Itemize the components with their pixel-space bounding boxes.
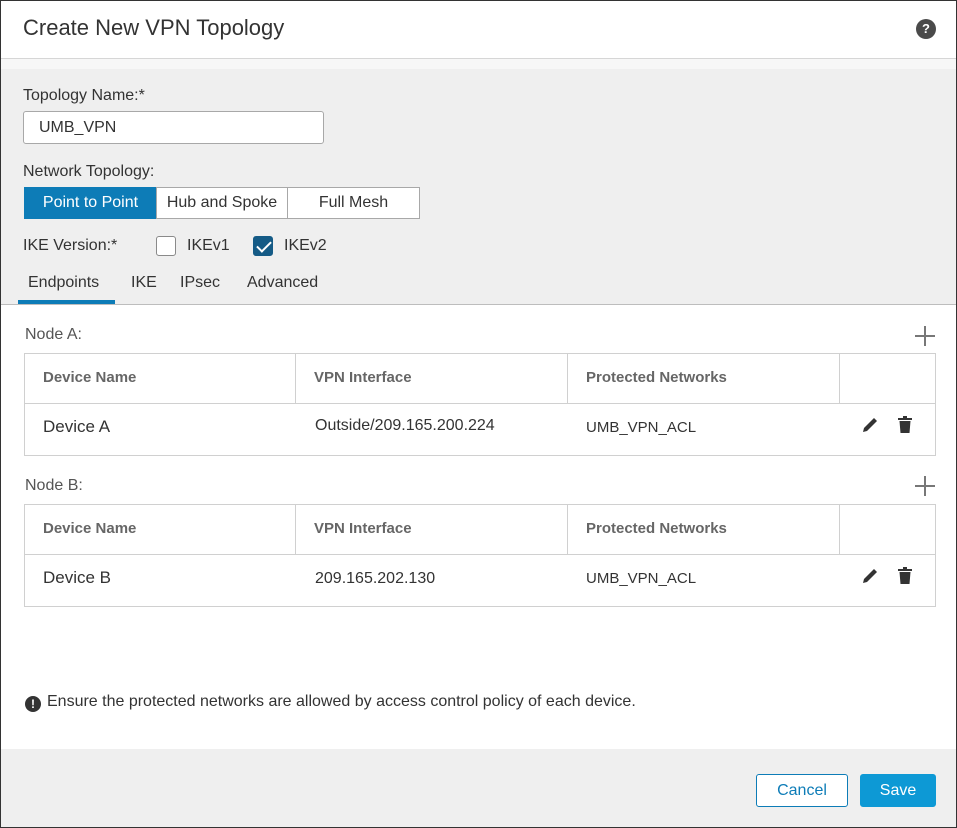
note-text: Ensure the protected networks are allowe…: [47, 693, 636, 710]
active-tab-indicator: [18, 300, 115, 304]
column-header-protected-networks: Protected Networks: [568, 505, 840, 555]
edit-pencil-icon[interactable]: [861, 567, 879, 585]
tab-endpoints[interactable]: Endpoints: [28, 274, 99, 292]
ike-version-label: IKE Version:*: [23, 237, 118, 254]
dialog-header: Create New VPN Topology ?: [1, 1, 956, 59]
node-b-device-name: Device B: [43, 568, 112, 587]
node-b-vpn-interface: 209.165.202.130: [315, 570, 436, 587]
delete-trash-icon[interactable]: [897, 567, 913, 585]
column-header-device-name: Device Name: [25, 354, 296, 404]
add-node-a-plus-icon[interactable]: [915, 326, 935, 346]
protected-networks-note: ! Ensure the protected networks are allow…: [25, 693, 636, 712]
node-b-row-actions: [861, 567, 913, 585]
node-a-label: Node A:: [25, 326, 82, 343]
header-divider: [1, 59, 956, 69]
topology-name-input[interactable]: [23, 111, 324, 144]
delete-trash-icon[interactable]: [897, 416, 913, 434]
topology-name-label: Topology Name:*: [23, 87, 145, 104]
cancel-button[interactable]: Cancel: [756, 774, 848, 807]
edit-pencil-icon[interactable]: [861, 416, 879, 434]
topology-point-to-point-button[interactable]: Point to Point: [24, 187, 157, 219]
column-header-actions: [840, 354, 935, 404]
create-vpn-topology-dialog: Create New VPN Topology ? Topology Name:…: [0, 0, 957, 828]
column-header-vpn-interface: VPN Interface: [296, 505, 568, 555]
dialog-title: Create New VPN Topology: [23, 15, 285, 40]
column-header-protected-networks: Protected Networks: [568, 354, 840, 404]
node-b-protected-networks: UMB_VPN_ACL: [586, 570, 697, 587]
ikev1-label: IKEv1: [187, 237, 230, 254]
node-a-device-name: Device A: [43, 417, 111, 436]
column-header-device-name: Device Name: [25, 505, 296, 555]
node-b-table: Device Name VPN Interface Protected Netw…: [24, 504, 936, 607]
topology-hub-and-spoke-button[interactable]: Hub and Spoke: [156, 187, 288, 219]
topology-full-mesh-button[interactable]: Full Mesh: [287, 187, 420, 219]
save-button[interactable]: Save: [860, 774, 936, 807]
help-icon[interactable]: ?: [916, 19, 936, 39]
ikev2-label: IKEv2: [284, 237, 327, 254]
node-b-label: Node B:: [25, 477, 83, 494]
node-b-table-header: Device Name VPN Interface Protected Netw…: [25, 505, 935, 555]
node-a-table: Device Name VPN Interface Protected Netw…: [24, 353, 936, 456]
node-a-vpn-interface: Outside/209.165.200.224: [315, 417, 495, 434]
node-a-table-header: Device Name VPN Interface Protected Netw…: [25, 354, 935, 404]
node-a-protected-networks: UMB_VPN_ACL: [586, 419, 697, 436]
ikev2-checkbox[interactable]: [253, 236, 273, 256]
node-a-row-actions: [861, 416, 913, 434]
ikev1-checkbox[interactable]: [156, 236, 176, 256]
column-header-actions: [840, 505, 935, 555]
tab-advanced[interactable]: Advanced: [247, 274, 318, 292]
tab-ike[interactable]: IKE: [131, 274, 157, 292]
tab-ipsec[interactable]: IPsec: [180, 274, 220, 292]
add-node-b-plus-icon[interactable]: [915, 476, 935, 496]
exclamation-icon: !: [25, 696, 41, 712]
column-header-vpn-interface: VPN Interface: [296, 354, 568, 404]
network-topology-label: Network Topology:: [23, 163, 155, 180]
